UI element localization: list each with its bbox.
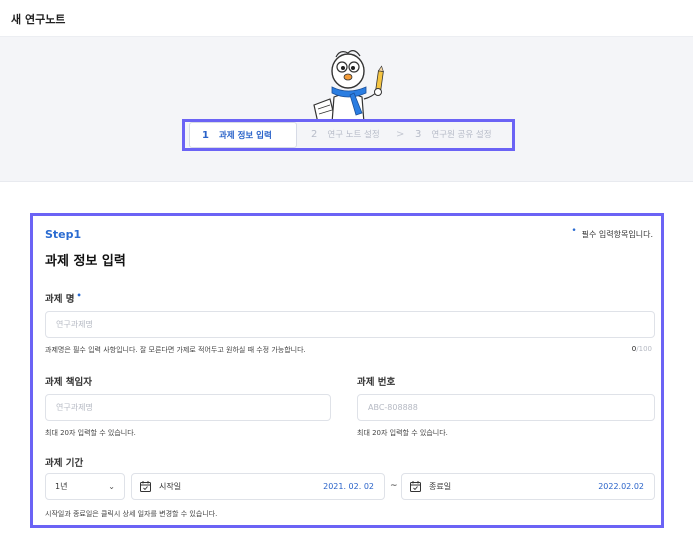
required-field-note: • 필수 입력항목입니다. xyxy=(571,226,653,239)
calendar-icon xyxy=(140,481,151,492)
top-bar: 새 연구노트 xyxy=(0,0,693,37)
project-number-input[interactable] xyxy=(357,394,655,421)
step-label: 연구원 공유 설정 xyxy=(431,130,492,140)
step-number: 1 xyxy=(202,130,209,141)
step-number: 2 xyxy=(311,129,318,140)
end-date-picker[interactable]: 종료일 2022.02.02 xyxy=(401,473,655,500)
calendar-icon xyxy=(410,481,421,492)
end-date-value: 2022.02.02 xyxy=(598,482,644,491)
step-label: 과제 정보 입력 xyxy=(218,131,272,141)
date-range-separator: ~ xyxy=(390,481,398,491)
step-1-project-info[interactable]: 1 과제 정보 입력 xyxy=(189,122,297,148)
step-indicator: Step1 xyxy=(45,228,82,241)
project-period-label: 과제 기간 xyxy=(45,458,84,469)
project-name-input[interactable] xyxy=(45,311,655,338)
step-2-note-settings[interactable]: 2 연구 노트 설정 xyxy=(311,122,380,148)
character-counter: 0/100 xyxy=(631,345,652,353)
step-3-researcher-sharing[interactable]: 3 연구원 공유 설정 xyxy=(415,122,492,148)
step-label: 연구 노트 설정 xyxy=(327,130,380,140)
step-number: 3 xyxy=(415,129,422,140)
project-lead-input[interactable] xyxy=(45,394,331,421)
start-date-value: 2021. 02. 02 xyxy=(323,482,374,491)
project-period-hint: 시작일과 종료일은 클릭시 상세 일자를 변경할 수 있습니다. xyxy=(45,510,218,518)
duration-value: 1년 xyxy=(55,482,68,491)
project-lead-label: 과제 책임자 xyxy=(45,377,93,388)
required-dot-icon: • xyxy=(76,291,82,300)
chevron-right-icon: > xyxy=(396,129,405,140)
duration-select[interactable]: 1년 ⌄ xyxy=(45,473,125,500)
start-date-picker[interactable]: 시작일 2021. 02. 02 xyxy=(131,473,385,500)
progress-stepper: 1 과제 정보 입력 2 연구 노트 설정 > 3 연구원 공유 설정 xyxy=(182,119,515,151)
project-number-hint: 최대 20자 입력할 수 있습니다. xyxy=(357,429,448,437)
project-name-hint: 과제명은 필수 입력 사항입니다. 잘 모른다면 가제로 적어두고 원하실 때 … xyxy=(45,346,306,354)
hero-banner: 1 과제 정보 입력 2 연구 노트 설정 > 3 연구원 공유 설정 xyxy=(0,37,693,182)
project-name-label: 과제 명 • xyxy=(45,291,82,305)
required-dot-icon: • xyxy=(571,226,577,236)
project-lead-hint: 최대 20자 입력할 수 있습니다. xyxy=(45,429,136,437)
mascot-illustration xyxy=(313,50,384,123)
form-section-title: 과제 정보 입력 xyxy=(45,254,126,269)
start-date-label: 시작일 xyxy=(159,482,182,491)
project-number-label: 과제 번호 xyxy=(357,377,396,388)
page-title: 새 연구노트 xyxy=(11,13,66,26)
chevron-down-icon: ⌄ xyxy=(108,482,115,491)
project-info-form: Step1 •필수 입력항목입니다. 과제 정보 입력 과제 명• 과제명은 필… xyxy=(30,213,664,528)
end-date-label: 종료일 xyxy=(429,482,452,491)
